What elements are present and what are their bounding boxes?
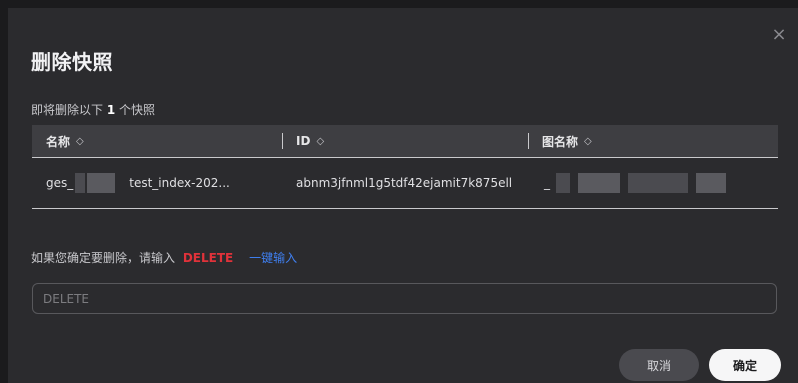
redacted-block [87, 173, 116, 193]
cancel-button[interactable]: 取消 [619, 349, 699, 381]
sort-icon[interactable]: ◇ [584, 136, 592, 147]
redacted-block [578, 173, 620, 193]
snapshot-table: 名称 ◇ ID ◇ 图名称 ◇ ges_ test_index-202... a… [32, 125, 778, 210]
redacted-block [75, 173, 86, 193]
cell-name: ges_ test_index-202... [32, 158, 282, 208]
column-header-name[interactable]: 名称 ◇ [32, 125, 282, 157]
confirm-prefix: 如果您确定要删除，请输入 [31, 251, 176, 265]
name-prefix: ges_ [46, 176, 74, 190]
column-divider [282, 133, 283, 149]
confirm-instruction: 如果您确定要删除，请输入 DELETE 一键输入 [31, 249, 297, 266]
cell-id: abnm3jfnml1g5tdf42ejamit7k875ell [282, 158, 528, 208]
table-row: ges_ test_index-202... abnm3jfnml1g5tdf4… [32, 158, 778, 209]
delete-confirm-input[interactable] [32, 283, 777, 314]
column-label: 名称 [46, 134, 71, 149]
column-label: ID [296, 134, 311, 148]
table-header: 名称 ◇ ID ◇ 图名称 ◇ [32, 125, 778, 158]
ok-button[interactable]: 确定 [709, 349, 781, 381]
sort-icon[interactable]: ◇ [316, 136, 324, 147]
redacted-block [628, 173, 688, 193]
close-icon[interactable]: × [770, 26, 788, 44]
column-header-id[interactable]: ID ◇ [282, 125, 528, 157]
graph-name-prefix: _ [544, 176, 550, 190]
column-divider [528, 133, 529, 149]
confirm-keyword: DELETE [182, 251, 234, 265]
redacted-block [556, 173, 570, 193]
subtitle-count: 1 [106, 103, 116, 117]
name-suffix: test_index-202... [129, 176, 230, 190]
one-click-input-link[interactable]: 一键输入 [249, 251, 297, 265]
dialog-subtitle: 即将删除以下 1 个快照 [31, 101, 155, 118]
redacted-block [696, 173, 726, 193]
column-header-graph-name[interactable]: 图名称 ◇ [528, 125, 778, 157]
subtitle-suffix: 个快照 [119, 103, 156, 117]
column-label: 图名称 [542, 134, 579, 149]
dialog-title: 删除快照 [31, 50, 113, 74]
subtitle-prefix: 即将删除以下 [31, 103, 104, 117]
cell-graph-name: _ [528, 158, 778, 208]
delete-snapshot-dialog: × 删除快照 即将删除以下 1 个快照 名称 ◇ ID ◇ 图名称 ◇ ges_… [8, 8, 798, 383]
sort-icon[interactable]: ◇ [76, 136, 84, 147]
snapshot-id: abnm3jfnml1g5tdf42ejamit7k875ell [296, 176, 513, 190]
